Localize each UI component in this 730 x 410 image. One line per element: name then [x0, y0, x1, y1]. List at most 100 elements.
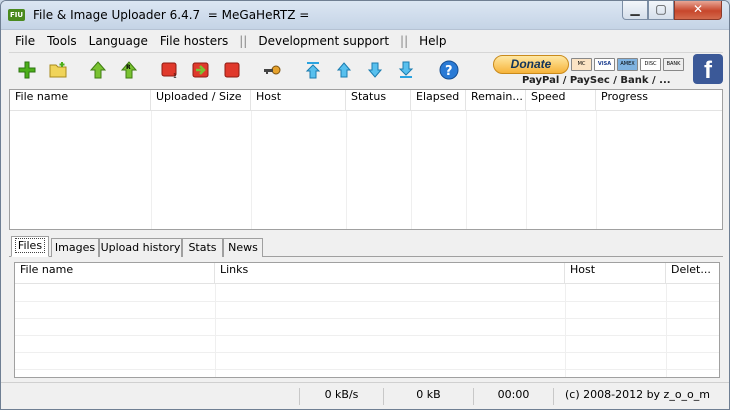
facebook-icon: f [704, 57, 712, 84]
stop-button[interactable] [223, 61, 241, 79]
menu-help[interactable]: Help [413, 34, 452, 48]
app-window: FIU File & Image Uploader 6.4.7 = MeGaHe… [0, 0, 730, 410]
move-top-icon [305, 62, 321, 79]
key-button[interactable] [263, 61, 281, 79]
row-divider [15, 318, 719, 319]
stop-icon [224, 62, 240, 78]
move-top-button[interactable] [304, 61, 322, 79]
svg-text:1: 1 [173, 73, 177, 79]
move-button[interactable] [192, 61, 210, 79]
col-host[interactable]: Host [251, 90, 346, 111]
menu-file-hosters[interactable]: File hosters [154, 34, 234, 48]
column-divider [565, 284, 566, 377]
tab-files[interactable]: Files [11, 236, 49, 257]
col-status[interactable]: Status [346, 90, 411, 111]
menu-tools[interactable]: Tools [41, 34, 83, 48]
menu-development-support[interactable]: Development support [252, 34, 395, 48]
col-speed[interactable]: Speed [526, 90, 596, 111]
tab-stats[interactable]: Stats [182, 238, 223, 257]
help-button[interactable]: ? [439, 60, 459, 80]
close-icon: ✕ [692, 2, 704, 16]
menu-bar: File Tools Language File hosters || Deve… [9, 31, 723, 51]
tab-upload-history[interactable]: Upload history [99, 238, 182, 257]
menu-language[interactable]: Language [83, 34, 154, 48]
bank-icon: BANK [663, 58, 684, 71]
move-icon [192, 62, 209, 78]
close-button[interactable]: ✕ [674, 1, 722, 20]
move-up-icon [336, 62, 352, 78]
col-progress[interactable]: Progress [596, 90, 722, 111]
move-down-icon [367, 62, 383, 78]
column-divider [666, 284, 667, 377]
menu-file[interactable]: File [9, 34, 41, 48]
move-bottom-icon [398, 61, 414, 78]
svg-text:?: ? [445, 64, 453, 79]
donate-methods: PayPal / PaySec / Bank / ... [522, 75, 671, 86]
move-bottom-button[interactable] [397, 61, 415, 79]
upload-renamed-button[interactable]: R [120, 61, 138, 79]
upload-queue-header: File name Uploaded / Size Host Status El… [10, 90, 722, 111]
upload-renamed-icon: R [120, 61, 138, 79]
add-file-icon [18, 61, 36, 79]
col-file-name[interactable]: File name [15, 263, 215, 284]
status-speed: 0 kB/s [299, 388, 383, 405]
col-elapsed[interactable]: Elapsed [411, 90, 466, 111]
files-links-table[interactable]: File name Links Host Delet... [14, 262, 720, 378]
facebook-button[interactable]: f [693, 54, 723, 84]
menu-separator: || [239, 34, 248, 48]
menu-separator: || [400, 34, 409, 48]
column-divider [411, 111, 412, 229]
mastercard-icon: MC [571, 58, 592, 71]
col-file-name[interactable]: File name [10, 90, 151, 111]
col-remaining[interactable]: Remain... [466, 90, 526, 111]
maximize-button[interactable]: ▢ [648, 1, 674, 20]
visa-icon: VISA [594, 58, 615, 71]
app-icon: FIU [8, 9, 25, 21]
remove-icon: 1 [161, 62, 177, 80]
col-delete[interactable]: Delet... [666, 263, 719, 284]
status-time: 00:00 [473, 388, 553, 405]
bottom-tabs: Files Images Upload history Stats News [9, 236, 723, 257]
column-divider [151, 111, 152, 229]
column-divider [215, 284, 216, 377]
move-down-button[interactable] [366, 61, 384, 79]
tab-news[interactable]: News [223, 238, 263, 257]
donate-button[interactable]: Donate [493, 55, 569, 74]
column-divider [526, 111, 527, 229]
discover-icon: DISC [640, 58, 661, 71]
toolbar: R 1 ? Donate MC VISA AMEX DISC BANK PayP… [9, 52, 723, 88]
status-size: 0 kB [383, 388, 473, 405]
key-icon [264, 65, 281, 75]
row-divider [15, 369, 719, 370]
upload-icon [89, 61, 107, 79]
help-icon: ? [439, 60, 459, 80]
column-divider [251, 111, 252, 229]
column-divider [596, 111, 597, 229]
column-divider [346, 111, 347, 229]
add-files-button[interactable] [18, 61, 36, 79]
upload-button[interactable] [89, 61, 107, 79]
window-title: File & Image Uploader 6.4.7 = MeGaHeRTZ … [33, 8, 310, 22]
column-divider [466, 111, 467, 229]
upload-queue-table[interactable]: File name Uploaded / Size Host Status El… [9, 89, 723, 230]
move-up-button[interactable] [335, 61, 353, 79]
row-divider [15, 352, 719, 353]
add-folder-button[interactable] [49, 61, 67, 79]
row-divider [15, 335, 719, 336]
title-bar[interactable]: FIU File & Image Uploader 6.4.7 = MeGaHe… [1, 1, 729, 30]
minimize-button[interactable]: ▁ [622, 1, 648, 20]
amex-icon: AMEX [617, 58, 638, 71]
row-divider [15, 301, 719, 302]
tab-images[interactable]: Images [51, 238, 99, 257]
col-uploaded-size[interactable]: Uploaded / Size [151, 90, 251, 111]
status-bar: 0 kB/s 0 kB 00:00 (c) 2008-2012 by z_o_o… [1, 382, 729, 409]
svg-text:R: R [126, 64, 131, 71]
remove-button[interactable]: 1 [161, 61, 179, 80]
tab-files-label: Files [14, 238, 46, 253]
files-links-header: File name Links Host Delet... [15, 263, 719, 284]
col-links[interactable]: Links [215, 263, 565, 284]
status-copyright: (c) 2008-2012 by z_o_o_m [553, 388, 721, 405]
add-folder-icon [49, 62, 67, 78]
minimize-icon: ▁ [630, 2, 640, 16]
col-host[interactable]: Host [565, 263, 666, 284]
